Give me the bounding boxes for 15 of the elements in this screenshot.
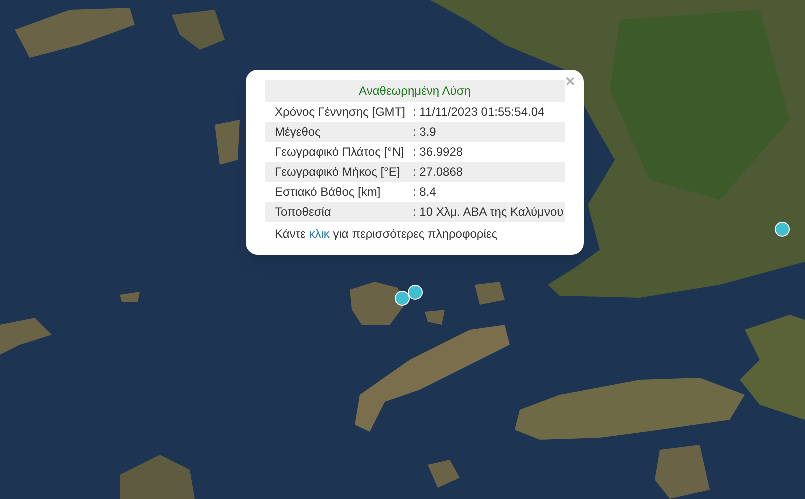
field-value: : 27.0868 (413, 164, 464, 181)
field-value: : 3.9 (413, 124, 438, 141)
field-value: : 10 Χλμ. ΑΒΑ της Καλύμνου (413, 204, 565, 221)
field-label: Γεωγραφικό Πλάτος [°N] (274, 144, 406, 161)
field-label: Εστιακό Βάθος [km] (274, 184, 382, 201)
field-value: : 11/11/2023 01:55:54.04 (413, 104, 546, 121)
click-link[interactable]: κλικ (309, 227, 330, 241)
field-label: Χρόνος Γέννησης [GMT] (274, 104, 406, 121)
field-value: : 36.9928 (413, 144, 464, 161)
field-label: Τοποθεσία (274, 204, 332, 221)
popup-title: Αναθεωρημένη Λύση (265, 80, 565, 102)
field-label: Μέγεθος (274, 124, 322, 141)
field-value: : 8.4 (413, 184, 438, 201)
more-info-text: Κάντε κλικ για περισσότερες πληροφορίες (274, 226, 499, 243)
field-label: Γεωγραφικό Μήκος [°E] (274, 164, 402, 181)
